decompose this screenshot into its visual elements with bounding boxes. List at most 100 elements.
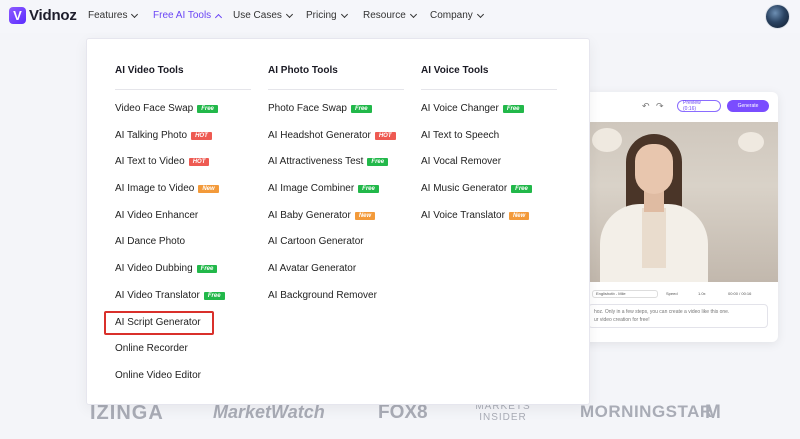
nav-features[interactable]: Features: [88, 10, 139, 21]
free-badge: Free: [358, 184, 379, 193]
menu-item-ai-voice-changer[interactable]: AI Voice Changer Free: [421, 103, 524, 114]
undo-icon[interactable]: ↶: [642, 101, 650, 112]
free-badge: Free: [350, 104, 372, 113]
playback-time: 00:00 / 00:16: [728, 291, 752, 296]
free-badge: Free: [196, 264, 218, 273]
menu-item-label: AI Avatar Generator: [268, 263, 357, 274]
new-badge: New: [198, 184, 219, 193]
nav-pricing-label: Pricing: [306, 10, 337, 21]
menu-item-label: AI Image to Video: [115, 183, 195, 194]
chevron-up-icon: [215, 13, 223, 21]
menu-item-ai-video-dubbing[interactable]: AI Video Dubbing Free: [115, 263, 218, 274]
script-textarea[interactable]: hoz. Only in a few steps, you can create…: [588, 304, 768, 328]
column-title-voice: AI Voice Tools: [421, 65, 489, 76]
free-badge: Free: [197, 104, 218, 113]
menu-item-ai-vocal-remover[interactable]: AI Vocal Remover: [421, 156, 501, 167]
column-title-photo: AI Photo Tools: [268, 65, 338, 76]
vidnoz-logo-icon: V: [9, 7, 26, 24]
free-badge: Free: [502, 104, 524, 113]
avatar-video: [588, 122, 778, 378]
menu-item-online-recorder[interactable]: Online Recorder: [115, 343, 188, 354]
menu-item-label: AI Talking Photo: [115, 130, 188, 141]
menu-item-label: AI Music Generator: [421, 183, 508, 194]
menu-item-ai-talking-photo[interactable]: AI Talking Photo HOT: [115, 130, 212, 141]
speed-label: Speed: [666, 291, 678, 296]
speed-value[interactable]: 1.0x: [698, 291, 706, 296]
menu-item-online-video-editor[interactable]: Online Video Editor: [115, 370, 201, 381]
free-badge: Free: [367, 157, 389, 166]
menu-item-ai-video-enhancer[interactable]: AI Video Enhancer: [115, 210, 198, 221]
nav-free-ai-tools[interactable]: Free AI Tools: [153, 10, 223, 21]
menu-item-label: AI Video Enhancer: [115, 210, 199, 221]
press-logo-fox8: FOX8: [378, 402, 428, 423]
menu-item-label: AI Vocal Remover: [421, 156, 502, 167]
free-badge: Free: [203, 291, 225, 300]
divider: [421, 89, 557, 90]
menu-item-ai-cartoon-generator[interactable]: AI Cartoon Generator: [268, 236, 364, 247]
menu-item-ai-video-translator[interactable]: AI Video Translator Free: [115, 290, 225, 301]
new-badge: New: [354, 211, 376, 220]
nav-resource[interactable]: Resource: [363, 10, 417, 21]
free-badge: Free: [511, 184, 532, 193]
avatar-face: [635, 144, 673, 194]
voice-select[interactable]: Englishotb - Mile: [592, 290, 658, 298]
menu-item-ai-background-remover[interactable]: AI Background Remover: [268, 290, 377, 301]
nav-company-label: Company: [430, 10, 473, 21]
menu-item-ai-text-to-speech[interactable]: AI Text to Speech: [421, 130, 499, 141]
menu-item-ai-music-generator[interactable]: AI Music Generator Free: [421, 183, 532, 194]
top-nav-bar: V Vidnoz Features Free AI Tools Use Case…: [0, 0, 800, 33]
menu-item-label: AI Script Generator: [115, 317, 201, 328]
nav-resource-label: Resource: [363, 10, 406, 21]
background-lamp: [738, 132, 764, 152]
menu-item-ai-dance-photo[interactable]: AI Dance Photo: [115, 236, 185, 247]
background-lamp: [592, 128, 622, 152]
menu-item-label: AI Video Translator: [115, 290, 200, 301]
playback-controls: Englishotb - Mile Speed 1.0x 00:00 / 00:…: [588, 288, 778, 300]
chevron-down-icon: [285, 10, 293, 18]
chevron-down-icon: [340, 10, 348, 18]
avatar-top: [642, 208, 666, 268]
nav-free-ai-tools-label: Free AI Tools: [153, 10, 212, 21]
nav-use-cases[interactable]: Use Cases: [233, 10, 293, 21]
menu-item-label: AI Text to Video: [115, 156, 185, 167]
menu-item-ai-attractiveness-test[interactable]: AI Attractiveness Test Free: [268, 156, 389, 167]
menu-item-label: AI Text to Speech: [421, 130, 500, 141]
script-line: ur video creation for free!: [594, 317, 650, 323]
hot-badge: HOT: [374, 131, 396, 140]
generate-button[interactable]: Generate: [727, 100, 769, 112]
menu-item-ai-script-generator[interactable]: AI Script Generator: [115, 317, 201, 328]
free-ai-tools-dropdown: AI Video Tools Video Face Swap Free AI T…: [86, 38, 590, 405]
menu-item-label: AI Dance Photo: [115, 236, 186, 247]
user-avatar[interactable]: [765, 4, 790, 29]
editor-toolbar: ↶ ↷ Preview (0:16) Generate: [560, 92, 778, 118]
menu-item-ai-avatar-generator[interactable]: AI Avatar Generator: [268, 263, 356, 274]
menu-item-ai-image-combiner[interactable]: AI Image Combiner Free: [268, 183, 379, 194]
menu-item-video-face-swap[interactable]: Video Face Swap Free: [115, 103, 218, 114]
hot-badge: HOT: [188, 157, 210, 166]
redo-icon[interactable]: ↷: [656, 101, 664, 112]
nav-pricing[interactable]: Pricing: [306, 10, 348, 21]
press-logo-izinga: IZINGA: [90, 402, 164, 424]
press-logo-marketwatch: MarketWatch: [213, 402, 325, 422]
column-title-video: AI Video Tools: [115, 65, 184, 76]
hot-badge: HOT: [191, 131, 212, 140]
divider: [268, 89, 404, 90]
preview-button[interactable]: Preview (0:16): [677, 100, 721, 112]
nav-company[interactable]: Company: [430, 10, 484, 21]
menu-item-label: AI Baby Generator: [268, 210, 351, 221]
menu-item-ai-text-to-video[interactable]: AI Text to Video HOT: [115, 156, 210, 167]
menu-item-label: AI Attractiveness Test: [268, 156, 364, 167]
menu-item-ai-voice-translator[interactable]: AI Voice Translator New: [421, 210, 530, 221]
menu-item-label: AI Background Remover: [268, 290, 377, 301]
chevron-down-icon: [131, 10, 139, 18]
vidnoz-logo[interactable]: V Vidnoz: [9, 7, 77, 24]
menu-item-ai-baby-generator[interactable]: AI Baby Generator New: [268, 210, 376, 221]
brand-name: Vidnoz: [29, 7, 77, 24]
script-line: hoz. Only in a few steps, you can create…: [594, 309, 730, 315]
menu-item-ai-headshot-generator[interactable]: AI Headshot Generator HOT: [268, 130, 396, 141]
press-logo-partial: M: [705, 402, 721, 423]
menu-item-photo-face-swap[interactable]: Photo Face Swap Free: [268, 103, 372, 114]
menu-item-label: AI Headshot Generator: [268, 130, 371, 141]
menu-item-ai-image-to-video[interactable]: AI Image to Video New: [115, 183, 219, 194]
divider: [115, 89, 251, 90]
